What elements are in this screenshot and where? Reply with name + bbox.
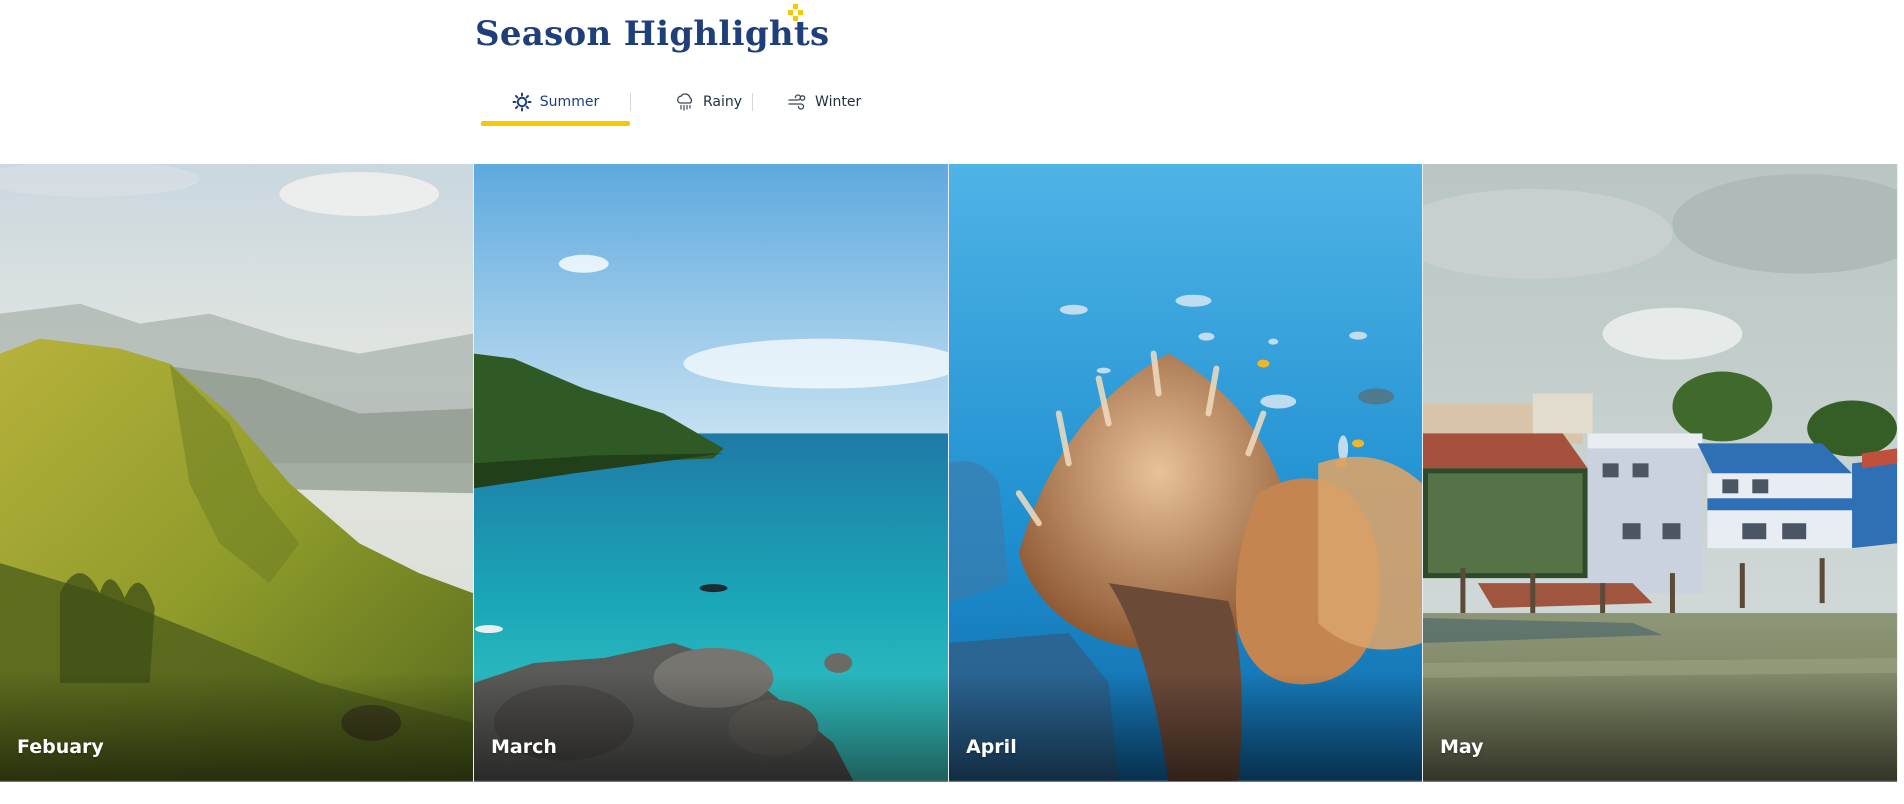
card-label-march: March	[491, 736, 557, 758]
wind-icon	[788, 94, 806, 110]
month-card-march[interactable]: March	[474, 164, 949, 782]
month-card-may[interactable]: May	[1423, 164, 1898, 782]
rain-cloud-icon	[677, 93, 693, 111]
page-right-edge	[1898, 164, 1904, 782]
section-title: Season Highlights	[475, 14, 830, 54]
month-cards: Febuary March April May	[0, 164, 1904, 782]
card-gradient-overlay	[0, 672, 473, 782]
card-label-may: May	[1440, 736, 1484, 758]
tab-winter-label: Winter	[815, 94, 862, 110]
season-tabs: Summer Rainy Winter	[481, 80, 871, 126]
tab-divider	[630, 93, 631, 111]
card-label-april: April	[966, 736, 1017, 758]
month-card-april[interactable]: April	[949, 164, 1423, 782]
card-gradient-overlay	[474, 672, 948, 782]
card-gradient-overlay	[1423, 672, 1897, 782]
month-card-febuary[interactable]: Febuary	[0, 164, 474, 782]
tab-summer[interactable]: Summer	[481, 80, 630, 126]
tab-rainy-label: Rainy	[703, 94, 743, 110]
card-gradient-overlay	[949, 672, 1422, 782]
card-label-febuary: Febuary	[17, 736, 104, 758]
page: Season Highlights Summer Rainy Winter Fe…	[0, 0, 1904, 804]
sun-icon	[512, 92, 532, 112]
tab-winter[interactable]: Winter	[763, 80, 871, 124]
tab-rainy[interactable]: Rainy	[651, 80, 752, 124]
sparkle-icon	[788, 4, 803, 21]
tab-summer-label: Summer	[539, 94, 600, 110]
tab-divider	[752, 93, 754, 111]
